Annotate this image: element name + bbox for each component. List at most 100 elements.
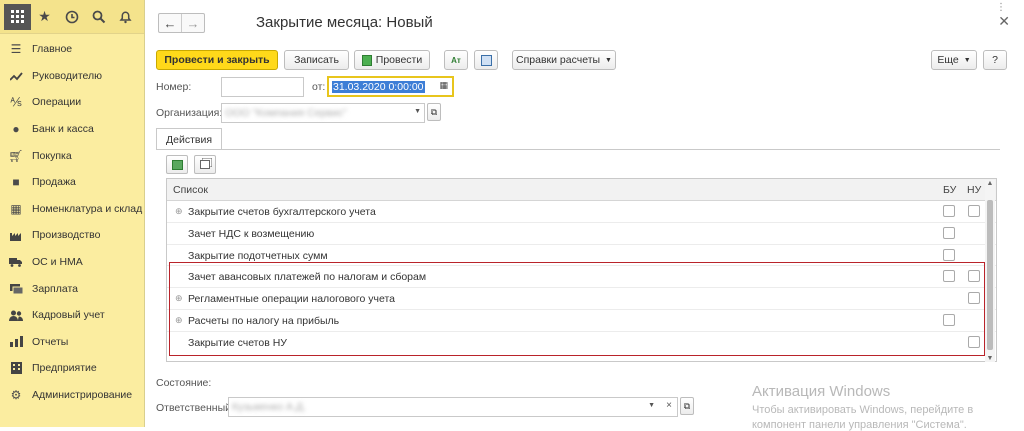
bag-icon: ■ (12, 175, 20, 190)
sidebar-item-sales[interactable]: ■ Продажа (0, 169, 144, 196)
more-dots-icon[interactable]: ⋮ (996, 2, 1012, 13)
dt-kt-button[interactable]: Aт (444, 50, 468, 70)
sidebar-item-operations[interactable]: ⅍ Операции (0, 89, 144, 116)
activation-title: Активация Windows (752, 383, 891, 400)
table-row[interactable]: ⊕ Расчеты по налогу на прибыль (167, 310, 996, 332)
bu-checkbox[interactable] (943, 248, 955, 261)
responsible-field[interactable]: Кузьменко А.Д. ▼ × (228, 397, 678, 417)
post-and-close-button[interactable]: Провести и закрыть (156, 50, 278, 70)
sidebar-item-label: Продажа (32, 176, 76, 189)
number-label: Номер: (156, 81, 192, 93)
star-icon[interactable]: ★ (31, 4, 58, 30)
row-label: Расчеты по налогу на прибыль (188, 314, 340, 327)
history-icon[interactable] (58, 4, 85, 30)
bu-checkbox[interactable] (943, 270, 955, 283)
sidebar-item-bank[interactable]: ● Банк и касса (0, 116, 144, 143)
post-doc-icon (361, 54, 372, 66)
save-button[interactable]: Записать (284, 50, 349, 70)
uncheck-all-button[interactable] (194, 155, 216, 174)
bu-checkbox[interactable] (943, 205, 955, 217)
sidebar-item-label: Покупка (32, 149, 72, 162)
bu-checkbox[interactable] (943, 226, 955, 239)
calendar-icon[interactable]: ▦ (439, 80, 448, 91)
page-title: Закрытие месяца: Новый (256, 14, 433, 31)
scroll-thumb[interactable] (987, 200, 993, 350)
table-header: Список БУ НУ (167, 179, 996, 201)
table-row[interactable]: Зачет авансовых платежей по налогам и сб… (167, 266, 996, 289)
dropdown-arrow-icon[interactable]: ▼ (414, 108, 421, 115)
sidebar-item-enterprise[interactable]: Предприятие (0, 355, 144, 382)
open-org-button[interactable]: ⧉ (427, 103, 441, 121)
sidebar-item-label: Администрирование (32, 389, 133, 402)
bell-icon[interactable] (112, 4, 139, 30)
references-dropdown[interactable]: Справки расчеты ▼ (512, 50, 616, 70)
nu-checkbox[interactable] (968, 205, 980, 217)
sidebar-item-salary[interactable]: Зарплата (0, 275, 144, 302)
sidebar-item-reports[interactable]: Отчеты (0, 329, 144, 356)
sidebar-item-label: Кадровый учет (32, 309, 105, 322)
trend-line-icon (9, 69, 23, 83)
organization-field[interactable]: ООО "Компания Сервис" ▼ (221, 103, 425, 123)
table-scrollbar[interactable]: ▲ ▼ (985, 180, 995, 362)
nu-checkbox[interactable] (968, 335, 980, 348)
clear-icon[interactable]: × (666, 400, 672, 411)
forward-arrow-icon[interactable]: → (181, 14, 204, 32)
sidebar-item-production[interactable]: Производство (0, 222, 144, 249)
dt-kt-icon: Aт (451, 55, 461, 65)
more-label: Еще (937, 54, 959, 66)
nav-buttons: ← → (158, 13, 205, 33)
apps-grid-icon[interactable] (4, 3, 31, 30)
structure-button[interactable] (474, 50, 498, 70)
date-field[interactable]: 31.03.2020 0:00:00 ▦ (327, 76, 454, 97)
tab-divider (156, 149, 1000, 150)
post-button[interactable]: Провести (354, 50, 430, 70)
sidebar-nav: ☰ Главное Руководителю ⅍ Операции ● Банк и … (0, 34, 144, 408)
row-label: Зачет авансовых платежей по налогам и сб… (188, 271, 427, 284)
row-label: Закрытие подотчетных сумм (188, 249, 328, 262)
operations-icon: ⅍ (10, 95, 22, 110)
sidebar-item-hr[interactable]: Кадровый учет (0, 302, 144, 329)
uncheck-all-icon (200, 160, 210, 169)
table-row[interactable]: Закрытие счетов НУ (167, 332, 996, 354)
expand-icon[interactable]: ⊕ (175, 293, 183, 304)
tab-actions[interactable]: Действия (156, 128, 223, 150)
structure-icon (480, 54, 492, 66)
row-label: Закрытие счетов НУ (188, 336, 287, 349)
row-label: Зачет НДС к возмещению (188, 227, 315, 240)
expand-icon[interactable]: ⊕ (175, 315, 183, 326)
menu-lines-icon: ☰ (10, 42, 22, 57)
references-label: Справки расчеты (516, 54, 601, 66)
check-all-button[interactable] (166, 155, 188, 174)
sidebar-item-purchase[interactable]: 🛒︎ Покупка (0, 142, 144, 169)
cart-icon: 🛒︎ (8, 148, 24, 163)
search-icon[interactable] (85, 4, 112, 30)
table-row[interactable]: ⊕ Закрытие счетов бухгалтерского учета (167, 201, 996, 223)
sidebar-item-admin[interactable]: ⚙ Администрирование (0, 382, 144, 409)
back-arrow-icon[interactable]: ← (159, 14, 181, 32)
nu-checkbox[interactable] (968, 270, 980, 283)
activation-line2: Чтобы активировать Windows, перейдите в (752, 404, 974, 416)
table-row[interactable]: Закрытие подотчетных сумм (167, 245, 996, 267)
sidebar-item-assets[interactable]: ОС и НМА (0, 249, 144, 276)
nu-checkbox[interactable] (968, 292, 980, 305)
table-row[interactable]: ⊕ Регламентные операции налогового учета (167, 288, 996, 310)
table-row[interactable]: Зачет НДС к возмещению (167, 223, 996, 245)
date-value: 31.03.2020 0:00:00 (332, 80, 425, 93)
more-dropdown[interactable]: Еще ▼ (931, 50, 977, 70)
bu-checkbox[interactable] (943, 313, 955, 326)
sidebar-item-main[interactable]: ☰ Главное (0, 36, 144, 63)
scroll-up-icon[interactable]: ▲ (985, 180, 995, 187)
scroll-down-icon[interactable]: ▼ (985, 355, 995, 362)
sidebar-item-manager[interactable]: Руководителю (0, 63, 144, 90)
open-responsible-button[interactable]: ⧉ (680, 397, 694, 415)
column-bu: БУ (943, 184, 957, 196)
help-button[interactable]: ? (983, 50, 1007, 70)
sidebar-item-label: Руководителю (32, 69, 103, 82)
number-field[interactable] (221, 77, 304, 97)
dropdown-arrow-icon[interactable]: ▼ (648, 402, 655, 409)
organization-label: Организация: (156, 107, 223, 119)
expand-icon[interactable]: ⊕ (175, 206, 183, 217)
sidebar-item-warehouse[interactable]: ▦ Номенклатура и склад (0, 196, 144, 223)
grid-icon: ▦ (10, 201, 22, 216)
close-icon[interactable]: ✕ (998, 13, 1010, 30)
